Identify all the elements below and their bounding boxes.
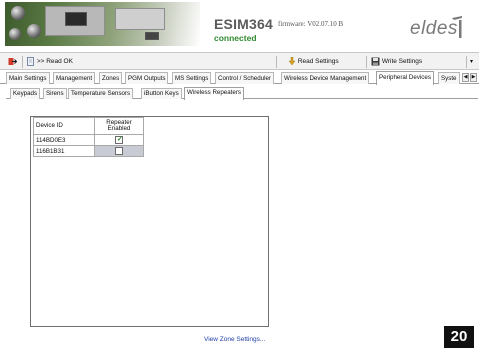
toolbar: >> Read OK Read Settings Write Settings … <box>0 52 479 70</box>
table-row[interactable]: 114BD0E3 ✓ <box>33 134 144 146</box>
read-status-text: >> Read OK <box>36 58 73 65</box>
repeaters-panel: Device ID Repeater Enabled 114BD0E3 ✓ 11… <box>30 116 269 327</box>
tab-system[interactable]: Syste <box>438 72 460 84</box>
save-disk-icon <box>371 57 380 66</box>
tab-management[interactable]: Management <box>53 72 96 84</box>
subtab-ibutton-keys[interactable]: iButton Keys <box>141 88 182 99</box>
toolbar-separator <box>22 56 23 68</box>
repeaters-table: Device ID Repeater Enabled 114BD0E3 ✓ 11… <box>33 117 144 157</box>
disconnect-button[interactable] <box>8 56 17 68</box>
subtab-wireless-repeaters[interactable]: Wireless Repeaters <box>184 87 244 100</box>
brand-mark-icon <box>452 16 462 38</box>
subtab-keypads[interactable]: Keypads <box>10 88 41 99</box>
main-tab-bar: Main Settings Management Zones PGM Outpu… <box>0 71 479 85</box>
subtab-sirens[interactable]: Sirens <box>43 88 67 99</box>
tab-pgm-outputs[interactable]: PGM Outputs <box>125 72 169 84</box>
toolbar-separator <box>466 56 467 68</box>
tab-zones[interactable]: Zones <box>99 72 123 84</box>
app-header: ESIM364 firmware: V02.07.10 B connected … <box>0 0 479 48</box>
read-settings-label: Read Settings <box>297 58 339 65</box>
toolbar-separator <box>276 56 277 68</box>
exit-icon <box>8 57 17 65</box>
read-settings-button[interactable]: Read Settings <box>288 56 339 68</box>
write-settings-label: Write Settings <box>381 58 423 65</box>
firmware-version: firmware: V02.07.10 B <box>278 20 344 28</box>
subtab-temperature-sensors[interactable]: Temperature Sensors <box>68 88 134 99</box>
tab-control-scheduler[interactable]: Control / Scheduler <box>215 72 274 84</box>
table-row[interactable]: 116B1B31 <box>33 145 144 157</box>
view-zone-settings-link[interactable]: View Zone Settings... <box>204 336 265 343</box>
document-icon <box>27 56 34 66</box>
repeater-enabled-checkbox[interactable] <box>115 147 123 155</box>
tab-ms-settings[interactable]: MS Settings <box>172 72 212 84</box>
tab-peripheral-devices[interactable]: Peripheral Devices <box>376 71 434 85</box>
tab-scroll-right-icon[interactable]: ▶ <box>470 73 477 82</box>
repeater-enabled-cell[interactable]: ✓ <box>94 134 144 146</box>
device-id-cell[interactable]: 114BD0E3 <box>33 134 95 146</box>
toolbar-overflow-icon[interactable]: ▾ <box>470 56 473 68</box>
device-id-cell[interactable]: 116B1B31 <box>33 145 95 157</box>
repeater-enabled-cell[interactable] <box>94 145 144 157</box>
write-settings-button[interactable]: Write Settings <box>371 56 422 68</box>
repeater-enabled-checkbox[interactable]: ✓ <box>115 136 123 144</box>
toolbar-separator <box>366 56 367 68</box>
column-header-repeater-enabled[interactable]: Repeater Enabled <box>94 117 144 135</box>
column-header-device-id[interactable]: Device ID <box>33 117 95 135</box>
device-model: ESIM364 <box>214 16 273 32</box>
page-number-badge: 20 <box>444 326 474 348</box>
connection-status: connected <box>214 33 257 43</box>
tab-wireless-device-management[interactable]: Wireless Device Management <box>281 72 370 84</box>
tab-main-settings[interactable]: Main Settings <box>6 72 50 84</box>
sub-tab-bar: Keypads Sirens Temperature Sensors iButt… <box>6 87 478 100</box>
table-header-row: Device ID Repeater Enabled <box>33 117 144 135</box>
device-board-image <box>5 2 200 46</box>
read-status: >> Read OK <box>27 56 73 68</box>
checkmark-icon: ✓ <box>117 136 123 143</box>
download-arrow-icon <box>288 56 296 66</box>
tab-scroll-left-icon[interactable]: ◀ <box>462 73 469 82</box>
